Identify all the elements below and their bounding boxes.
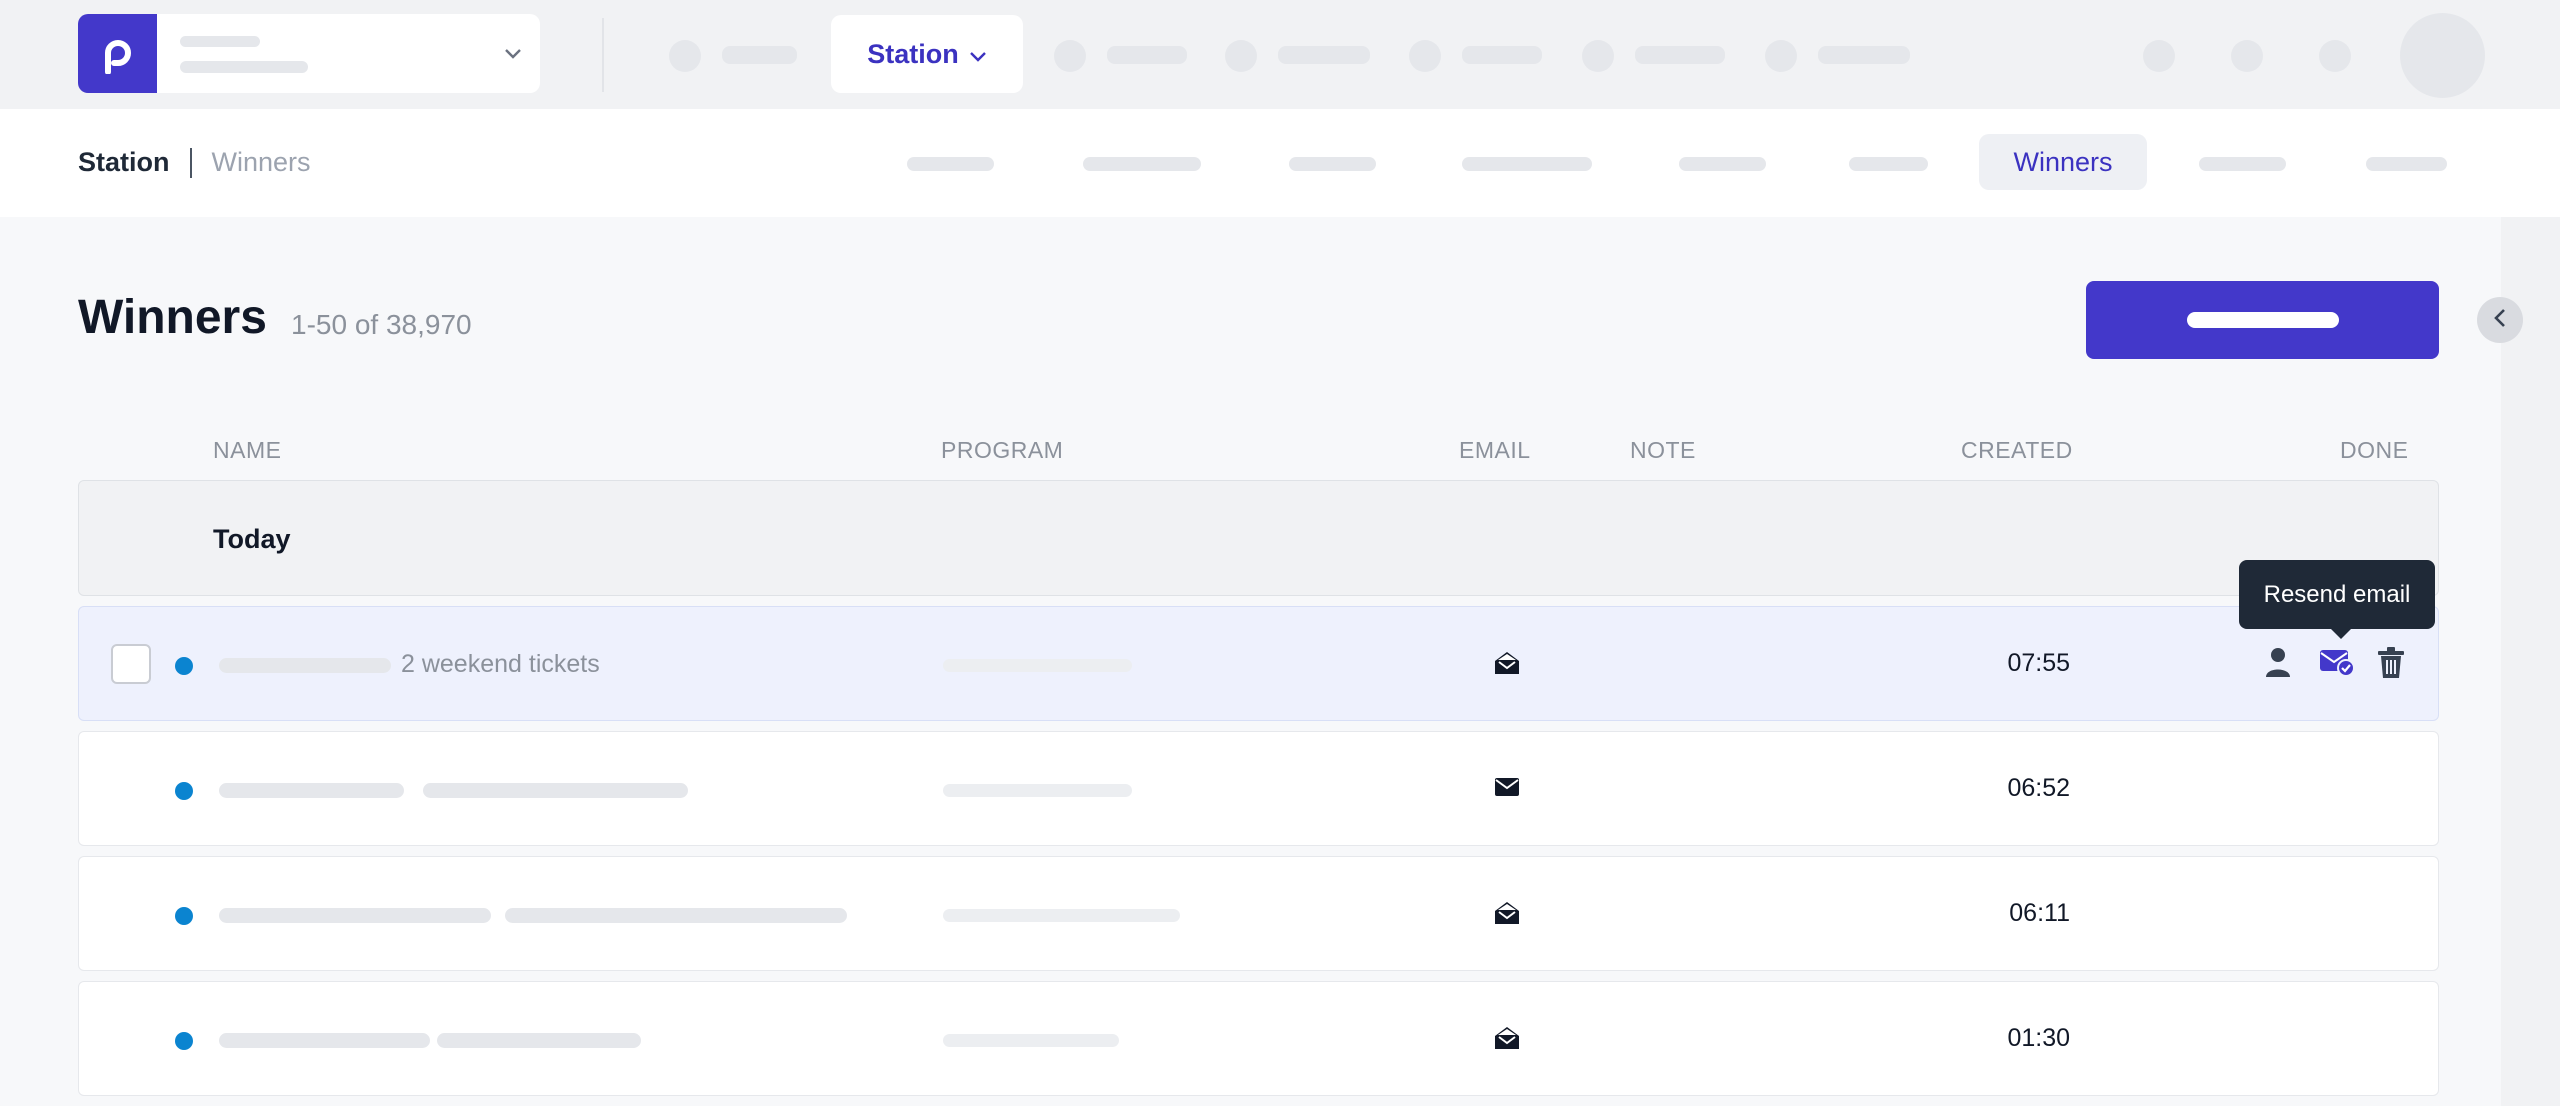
- organization-name-placeholder: [180, 36, 260, 47]
- chevron-left-icon: [2493, 308, 2507, 333]
- group-header-today: Today: [78, 480, 2439, 596]
- subnav-tab-placeholder[interactable]: [907, 157, 994, 171]
- table-row[interactable]: 01:30: [78, 981, 2439, 1096]
- subnav-tab-placeholder[interactable]: [1289, 157, 1376, 171]
- nav-item-icon[interactable]: [1582, 40, 1614, 72]
- winner-name-placeholder: [219, 1033, 430, 1048]
- group-label: Today: [213, 524, 291, 554]
- column-header-done[interactable]: DONE: [2340, 437, 2408, 464]
- table-row[interactable]: 06:11: [78, 856, 2439, 971]
- result-count: 1-50 of 38,970: [291, 309, 472, 340]
- tab-winners[interactable]: Winners: [1979, 134, 2147, 190]
- column-header-note[interactable]: NOTE: [1630, 437, 1696, 464]
- side-panel-strip: [2501, 217, 2560, 1106]
- row-checkbox[interactable]: [111, 644, 151, 684]
- user-icon[interactable]: [2265, 647, 2291, 682]
- subnav-tab-placeholder[interactable]: [2366, 157, 2447, 171]
- top-navigation-bar: Station: [0, 0, 2560, 109]
- status-dot: [175, 1032, 193, 1050]
- column-header-created[interactable]: CREATED: [1961, 437, 2073, 464]
- organization-subtitle-placeholder: [180, 61, 308, 73]
- status-dot: [175, 782, 193, 800]
- prize-text: 2 weekend tickets: [401, 650, 600, 678]
- header-action-icon[interactable]: [2231, 40, 2263, 72]
- status-dot: [175, 657, 193, 675]
- subnav-tab-placeholder[interactable]: [1083, 157, 1201, 171]
- subnav-tab-placeholder[interactable]: [1849, 157, 1928, 171]
- organization-switcher[interactable]: [78, 14, 540, 93]
- p-logo-icon: [78, 14, 157, 93]
- winner-name-placeholder: [219, 658, 391, 673]
- nav-item-placeholder[interactable]: [1635, 46, 1725, 64]
- button-label-placeholder: [2186, 312, 2339, 328]
- created-time: 01:30: [2007, 1024, 2070, 1052]
- table-row[interactable]: 2 weekend tickets 07:55: [78, 606, 2439, 721]
- sub-navigation: Station Winners Winners: [0, 109, 2560, 217]
- station-nav-label: Station: [867, 38, 959, 69]
- nav-item-placeholder[interactable]: [1818, 46, 1910, 64]
- chevron-down-icon: [504, 47, 522, 65]
- divider: [602, 18, 604, 92]
- chevron-down-icon: [969, 39, 987, 70]
- column-header-program[interactable]: PROGRAM: [941, 437, 1063, 464]
- nav-item-icon[interactable]: [1054, 40, 1086, 72]
- header-action-icon[interactable]: [2143, 40, 2175, 72]
- header-action-icon[interactable]: [2319, 40, 2351, 72]
- prize-placeholder: [505, 908, 847, 923]
- winner-name-placeholder: [219, 783, 404, 798]
- envelope-open-icon: [1494, 901, 1520, 930]
- nav-item-placeholder[interactable]: [1462, 46, 1542, 64]
- trash-icon[interactable]: [2377, 647, 2405, 684]
- envelope-open-icon: [1494, 1026, 1520, 1055]
- prize-placeholder: [423, 783, 688, 798]
- program-placeholder: [943, 659, 1132, 672]
- collapse-panel-button[interactable]: [2477, 297, 2523, 343]
- nav-item-placeholder[interactable]: [1107, 46, 1187, 64]
- created-time: 06:52: [2007, 774, 2070, 802]
- breadcrumb-current: Winners: [211, 147, 311, 177]
- envelope-check-icon[interactable]: [2319, 647, 2355, 682]
- nav-item-icon[interactable]: [1409, 40, 1441, 72]
- nav-item-placeholder[interactable]: [722, 46, 797, 64]
- column-header-email[interactable]: EMAIL: [1459, 437, 1531, 464]
- avatar[interactable]: [2400, 13, 2485, 98]
- program-placeholder: [943, 1034, 1119, 1047]
- subnav-tab-placeholder[interactable]: [1462, 157, 1592, 171]
- created-time: 07:55: [2007, 649, 2070, 677]
- breadcrumb: Station Winners: [78, 147, 311, 178]
- page-title: Winners: [78, 291, 267, 344]
- table-row[interactable]: 06:52: [78, 731, 2439, 846]
- resend-email-tooltip: Resend email: [2239, 560, 2435, 639]
- nav-item-icon[interactable]: [1765, 40, 1797, 72]
- subnav-tab-placeholder[interactable]: [1679, 157, 1766, 171]
- status-dot: [175, 907, 193, 925]
- nav-item-icon[interactable]: [1225, 40, 1257, 72]
- station-nav-button[interactable]: Station: [831, 15, 1023, 93]
- created-time: 06:11: [2009, 899, 2070, 927]
- envelope-icon: [1494, 776, 1520, 803]
- program-placeholder: [943, 909, 1180, 922]
- breadcrumb-parent[interactable]: Station: [78, 147, 170, 178]
- prize-placeholder: [437, 1033, 641, 1048]
- nav-item-icon[interactable]: [669, 40, 701, 72]
- nav-item-placeholder[interactable]: [1278, 46, 1370, 64]
- primary-action-button[interactable]: [2086, 281, 2439, 359]
- envelope-open-icon: [1494, 651, 1520, 680]
- subnav-tab-placeholder[interactable]: [2199, 157, 2286, 171]
- column-header-name[interactable]: NAME: [213, 437, 281, 464]
- winner-name-placeholder: [219, 908, 491, 923]
- breadcrumb-separator: [189, 147, 192, 178]
- program-placeholder: [943, 784, 1132, 797]
